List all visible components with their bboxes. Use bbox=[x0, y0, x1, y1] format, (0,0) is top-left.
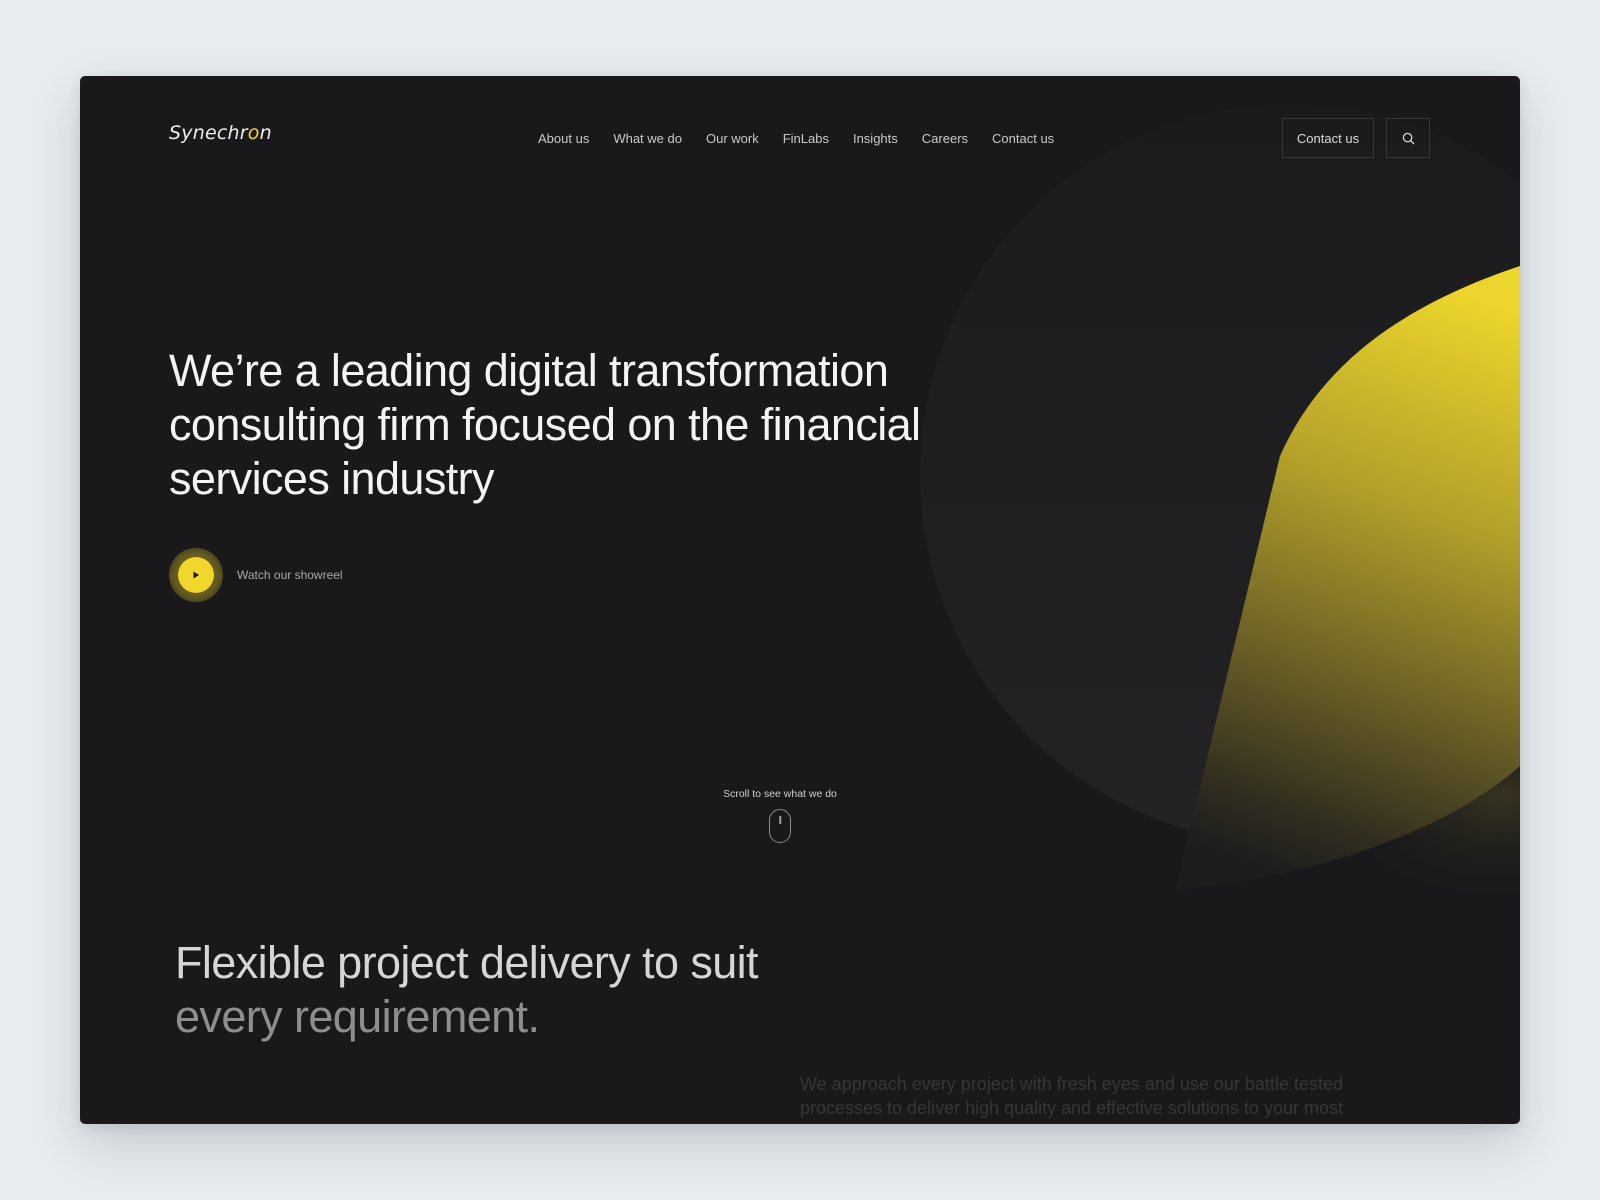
hero-title: We’re a leading digital transformation c… bbox=[169, 345, 921, 504]
section-title-line1: Flexible project delivery to suit bbox=[175, 937, 759, 988]
contact-us-button[interactable]: Contact us bbox=[1282, 118, 1374, 158]
nav-insights[interactable]: Insights bbox=[853, 131, 898, 146]
synechron-logo[interactable]: Synechron bbox=[169, 122, 272, 144]
section-title-line2: every requirement. bbox=[175, 991, 540, 1042]
section-body-text: We approach every project with fresh eye… bbox=[800, 1074, 1343, 1118]
nav-about-us[interactable]: About us bbox=[538, 131, 589, 146]
scroll-hint-label: Scroll to see what we do bbox=[723, 788, 837, 800]
logo-text: Synechr bbox=[169, 122, 248, 144]
play-button-core bbox=[178, 557, 214, 593]
section-title: Flexible project delivery to suit every … bbox=[175, 936, 895, 1044]
search-button[interactable] bbox=[1386, 118, 1430, 158]
dark-disc-shape bbox=[920, 104, 1520, 844]
logo-accent: o bbox=[247, 122, 260, 144]
nav-finlabs[interactable]: FinLabs bbox=[783, 131, 829, 146]
mouse-icon bbox=[769, 809, 791, 843]
nav-contact-us[interactable]: Contact us bbox=[992, 131, 1054, 146]
yellow-wedge-shape bbox=[1175, 266, 1520, 891]
nav-our-work[interactable]: Our work bbox=[706, 131, 759, 146]
browser-page: Synechron About us What we do Our work F… bbox=[80, 76, 1520, 1124]
nav-what-we-do[interactable]: What we do bbox=[613, 131, 682, 146]
search-icon bbox=[1402, 132, 1414, 144]
showreel-label: Watch our showreel bbox=[237, 568, 343, 582]
scroll-hint[interactable]: Scroll to see what we do bbox=[700, 788, 860, 843]
logo-text-end: n bbox=[259, 122, 272, 144]
nav-careers[interactable]: Careers bbox=[922, 131, 968, 146]
main-nav: About us What we do Our work FinLabs Ins… bbox=[538, 131, 1054, 146]
watch-showreel-button[interactable]: Watch our showreel bbox=[169, 548, 343, 602]
play-button[interactable] bbox=[169, 548, 223, 602]
glow-shape bbox=[1320, 686, 1520, 906]
play-icon bbox=[193, 571, 199, 579]
